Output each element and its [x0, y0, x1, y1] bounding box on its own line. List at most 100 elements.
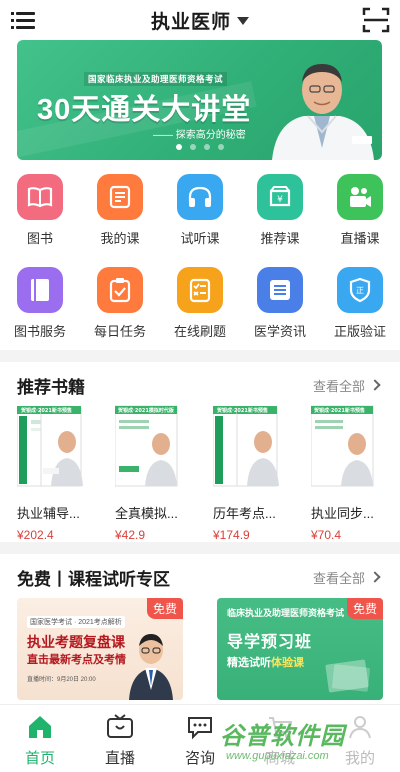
- section-title: 推荐书籍: [17, 377, 85, 397]
- verify-shield-icon: 正: [337, 267, 383, 313]
- task-icon: [97, 267, 143, 313]
- view-all-label: 查看全部: [312, 570, 365, 586]
- tab-label: 首页: [24, 750, 55, 767]
- book-title: 执业辅导...: [17, 506, 80, 521]
- grid-label: 每日任务: [93, 324, 146, 339]
- view-all-label: 查看全部: [312, 378, 365, 394]
- banner-logo: [352, 136, 372, 144]
- home-icon: [29, 716, 51, 738]
- tab-label: 直播: [104, 750, 135, 767]
- svg-text:正: 正: [356, 286, 364, 295]
- banner-tagline: —— 探索高分的秘密: [153, 130, 246, 141]
- grid-item-online-quiz[interactable]: 在线刷题: [160, 267, 240, 360]
- chevron-down-icon: [237, 17, 249, 25]
- top-bar: 执业医师: [0, 0, 400, 40]
- view-all-courses-link[interactable]: 查看全部: [313, 568, 383, 587]
- free-course-section: 免费丨课程试听专区 查看全部 国家医学考试 · 2021考点解析 执业考题复盘课…: [0, 554, 400, 704]
- chevron-right-icon: [369, 379, 381, 391]
- home-top-section: 国家临床执业及助理医师资格考试 30天通关大讲堂 —— 探索高分的秘密 图书 我…: [0, 40, 400, 350]
- quiz-icon: [177, 267, 223, 313]
- headphones-icon: [177, 174, 223, 220]
- grid-item-books[interactable]: 图书: [0, 174, 80, 267]
- book-icon: [17, 174, 63, 220]
- grid-label: 我的课: [100, 231, 140, 246]
- carousel-dots: [17, 144, 382, 150]
- exam-selector[interactable]: 执业医师: [151, 7, 249, 34]
- book-cover-image: 贺银成·2021新书预售: [310, 402, 381, 490]
- tab-label: 咨询: [184, 750, 215, 767]
- grid-item-recommend[interactable]: ¥ 推荐课: [240, 174, 320, 267]
- svg-text:贺银成·2021新书预售: 贺银成·2021新书预售: [216, 407, 268, 414]
- book-card[interactable]: 贺银成·2021新书预售 执业同步... ¥70.4: [294, 402, 392, 542]
- menu-icon[interactable]: [11, 9, 35, 31]
- live-icon: [337, 174, 383, 220]
- section-title: 免费丨课程试听专区: [17, 569, 170, 589]
- svg-text:贺银成·2021新书预售: 贺银成·2021新书预售: [20, 407, 72, 414]
- chat-icon: [188, 717, 212, 740]
- svg-text:贺银成·2021新书预售: 贺银成·2021新书预售: [313, 407, 365, 414]
- carousel-dot[interactable]: [175, 144, 182, 150]
- feature-grid: 图书 我的课 试听课 ¥ 推荐课 直播课 图书服务 每日任务 在线刷题 医学资讯…: [0, 174, 400, 360]
- grid-label: 推荐课: [260, 231, 300, 246]
- chevron-right-icon: [369, 571, 381, 583]
- grid-label: 图书服务: [13, 324, 66, 339]
- book-card[interactable]: 贺银成·2021模拟时代版 全真模拟... ¥42.9: [98, 402, 196, 542]
- course-card-title: 导学预习班: [227, 634, 313, 651]
- book-service-icon: [17, 267, 63, 313]
- grid-label: 直播课: [340, 231, 380, 246]
- carousel-dot[interactable]: [217, 144, 224, 150]
- book-list: 贺银成·2021新书预售 执业辅导... ¥202.4 贺银成·2021模拟时代…: [0, 402, 400, 542]
- tv-icon: [107, 714, 133, 738]
- grid-item-live[interactable]: 直播课: [320, 174, 400, 267]
- page-title: 执业医师: [150, 11, 231, 33]
- book-cover-image: 贺银成·2021新书预售: [212, 402, 283, 490]
- promo-banner[interactable]: 国家临床执业及助理医师资格考试 30天通关大讲堂 —— 探索高分的秘密: [17, 40, 382, 160]
- site-watermark: 谷普软件园 www.gupuxiazai.com: [212, 716, 398, 768]
- recommended-books-section: 推荐书籍 查看全部 贺银成·2021新书预售 执业辅导... ¥202.4 贺银…: [0, 362, 400, 542]
- tab-home[interactable]: 首页: [0, 705, 80, 772]
- grid-label: 图书: [26, 231, 53, 246]
- book-price: ¥70.4: [311, 528, 342, 542]
- news-icon: [257, 267, 303, 313]
- grid-item-daily-task[interactable]: 每日任务: [80, 267, 160, 360]
- book-price: ¥202.4: [17, 528, 54, 542]
- watermark-text: 谷普软件园: [220, 723, 345, 750]
- view-all-books-link[interactable]: 查看全部: [313, 376, 383, 395]
- my-course-icon: [97, 174, 143, 220]
- teacher-photo: [129, 634, 173, 700]
- course-card-time: 直播时间：9月20日 20:00: [27, 677, 96, 683]
- free-badge: 免费: [146, 598, 183, 619]
- book-cover-image: 贺银成·2021模拟时代版: [114, 402, 185, 490]
- grid-label: 正版验证: [333, 324, 386, 339]
- banner-subtitle: 国家临床执业及助理医师资格考试: [84, 72, 228, 86]
- book-card[interactable]: 贺银成·2021新书预售 执业辅导... ¥202.4: [0, 402, 98, 542]
- grid-label: 试听课: [180, 231, 220, 246]
- grid-item-my-course[interactable]: 我的课: [80, 174, 160, 267]
- recommend-icon: ¥: [257, 174, 303, 220]
- tab-live[interactable]: 直播: [80, 705, 160, 772]
- course-card[interactable]: 国家医学考试 · 2021考点解析 执业考题复盘课 直击最新考点及考情 直播时间…: [17, 598, 183, 700]
- watermark-url: www.gupuxiazai.com: [226, 750, 329, 762]
- scan-icon[interactable]: [362, 7, 390, 33]
- carousel-dot[interactable]: [189, 144, 196, 150]
- grid-item-verify[interactable]: 正 正版验证: [320, 267, 400, 360]
- banner-headline: 30天通关大讲堂: [37, 94, 252, 126]
- course-card-tag: 国家医学考试 · 2021考点解析: [27, 616, 125, 628]
- grid-item-trial-course[interactable]: 试听课: [160, 174, 240, 267]
- book-price: ¥174.9: [213, 528, 250, 542]
- book-title: 执业同步...: [311, 506, 374, 521]
- course-card-tag: 临床执业及助理医师资格考试: [227, 608, 345, 618]
- book-title: 全真模拟...: [115, 506, 178, 521]
- carousel-dot[interactable]: [203, 144, 210, 150]
- svg-text:¥: ¥: [277, 195, 283, 205]
- course-card[interactable]: 临床执业及助理医师资格考试 导学预习班 精选试听体验课 免费: [217, 598, 383, 700]
- grid-item-book-service[interactable]: 图书服务: [0, 267, 80, 360]
- course-card-subtitle: 精选试听体验课: [227, 657, 304, 669]
- grid-item-medical-news[interactable]: 医学资讯: [240, 267, 320, 360]
- book-card[interactable]: 贺银成·2021新书预售 历年考点... ¥174.9: [196, 402, 294, 542]
- course-card-subtitle: 直击最新考点及考情: [27, 654, 126, 666]
- free-badge: 免费: [346, 598, 383, 619]
- notebook-image: [325, 659, 370, 693]
- grid-label: 在线刷题: [173, 324, 226, 339]
- book-cover-image: 贺银成·2021新书预售: [16, 402, 87, 490]
